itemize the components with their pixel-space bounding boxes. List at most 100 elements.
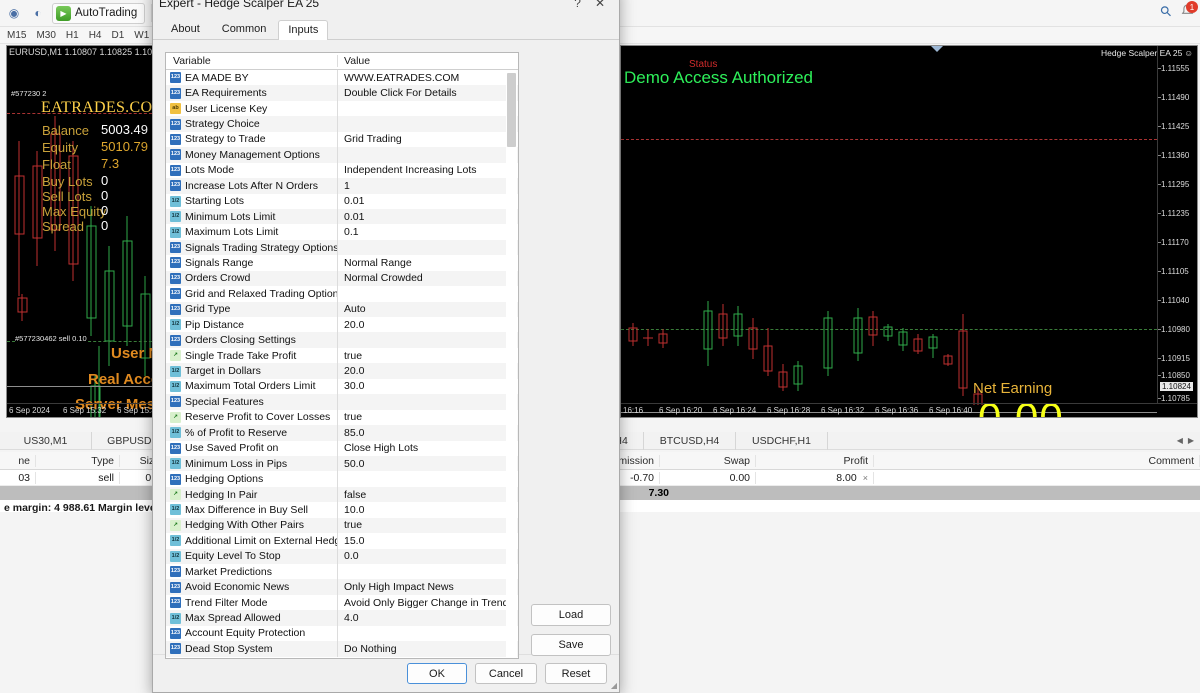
input-row-value-cell[interactable]: true	[338, 350, 518, 362]
input-row[interactable]: 1/2Minimum Lots Limit0.01	[166, 209, 518, 224]
input-row[interactable]: 123Grid and Relaxed Trading Options...	[166, 286, 518, 301]
input-row[interactable]: ↗Reserve Profit to Cover Lossestrue	[166, 410, 518, 425]
input-row[interactable]: 123EA RequirementsDouble Click For Detai…	[166, 85, 518, 100]
tab-common[interactable]: Common	[212, 19, 277, 39]
input-row[interactable]: 123Special Features...	[166, 394, 518, 409]
autotrading-button[interactable]: ▶ AutoTrading	[52, 3, 145, 24]
input-row-value-cell[interactable]: Normal Crowded	[338, 272, 518, 284]
input-row[interactable]: abUser License Key	[166, 101, 518, 116]
input-row[interactable]: 1/2Maximum Lots Limit0.1	[166, 224, 518, 239]
close-icon[interactable]: ✕	[595, 0, 605, 10]
input-row-value-cell[interactable]: true	[338, 519, 518, 531]
reset-button[interactable]: Reset	[545, 663, 607, 684]
input-row[interactable]: 123Trend Filter ModeAvoid Only Bigger Ch…	[166, 595, 518, 610]
col-time[interactable]: ne	[0, 455, 36, 467]
input-row[interactable]: 1/2Max Difference in Buy Sell10.0	[166, 502, 518, 517]
resize-grip-icon[interactable]: ◢	[611, 681, 617, 690]
timeframe-h1[interactable]: H1	[66, 30, 79, 41]
input-row-value-cell[interactable]: Double Click For Details	[338, 87, 518, 99]
input-row-value-cell[interactable]: 0.01	[338, 211, 518, 223]
input-row[interactable]: 1/2Target in Dollars20.0	[166, 363, 518, 378]
grid-col-variable[interactable]: Variable	[166, 55, 338, 67]
input-row-value-cell[interactable]: 30.0	[338, 380, 518, 392]
input-row[interactable]: 1/2Equity Level To Stop0.0	[166, 549, 518, 564]
input-row-value-cell[interactable]: Auto	[338, 303, 518, 315]
input-row[interactable]: 1/2Additional Limit on External Hedging1…	[166, 533, 518, 548]
tab-inputs[interactable]: Inputs	[278, 20, 328, 40]
input-row[interactable]: 123Signals RangeNormal Range	[166, 255, 518, 270]
input-row[interactable]: 123Hedging Options...	[166, 471, 518, 486]
chart-tab-btcusd-h4[interactable]: BTCUSD,H4	[644, 432, 736, 450]
input-row-value-cell[interactable]: 0.1	[338, 226, 518, 238]
input-row[interactable]: ↗Hedging With Other Pairstrue	[166, 518, 518, 533]
ok-button[interactable]: OK	[407, 663, 467, 684]
dialog-title-bar[interactable]: Expert - Hedge Scalper EA 25 ? ✕	[153, 0, 619, 18]
input-row[interactable]: 1/2% of Profit to Reserve85.0	[166, 425, 518, 440]
input-row[interactable]: 123Grid TypeAuto	[166, 302, 518, 317]
col-profit[interactable]: Profit	[756, 455, 874, 467]
input-row[interactable]: 123Money Management Options...	[166, 147, 518, 162]
chart-tab-usdchf-h1[interactable]: USDCHF,H1	[736, 432, 828, 450]
input-row[interactable]: 123Signals Trading Strategy Options...	[166, 240, 518, 255]
input-row-value-cell[interactable]: 4.0	[338, 612, 518, 624]
input-row[interactable]: 123Orders Closing Settings...	[166, 332, 518, 347]
close-position-icon[interactable]: ×	[863, 473, 868, 483]
input-row-value-cell[interactable]: 50.0	[338, 458, 518, 470]
input-row-value-cell[interactable]: 85.0	[338, 427, 518, 439]
input-row-value-cell[interactable]: Grid Trading	[338, 133, 518, 145]
input-row-value-cell[interactable]: 0.01	[338, 195, 518, 207]
timeframe-h4[interactable]: H4	[89, 30, 102, 41]
chart-tabs-scroll-arrows[interactable]: ◀ ▶	[1171, 436, 1200, 445]
grid-col-value[interactable]: Value	[338, 55, 518, 67]
chart-collapse-icon[interactable]	[931, 46, 943, 52]
scrollbar-thumb[interactable]	[507, 73, 516, 147]
input-row-value-cell[interactable]: WWW.EATRADES.COM	[338, 72, 518, 84]
input-row[interactable]: 123Strategy Choice...	[166, 116, 518, 131]
globe-icon[interactable]: ◉	[4, 3, 24, 23]
inputs-grid[interactable]: Variable Value 123EA MADE BYWWW.EATRADES…	[165, 52, 519, 659]
input-row-value-cell[interactable]: 20.0	[338, 319, 518, 331]
col-comment[interactable]: Comment	[874, 455, 1200, 467]
help-icon[interactable]: ?	[574, 0, 581, 10]
input-row[interactable]: 123Account Equity Protection...	[166, 626, 518, 641]
input-row-value-cell[interactable]: Do Nothing	[338, 643, 518, 655]
wifi-icon[interactable]: ◐	[28, 3, 48, 23]
input-row-value-cell[interactable]: Avoid Only Bigger Change in Trend	[338, 597, 518, 609]
input-row-value-cell[interactable]: Only High Impact News	[338, 581, 518, 593]
input-row[interactable]: 1/2Minimum Loss in Pips50.0	[166, 456, 518, 471]
expert-properties-dialog[interactable]: Expert - Hedge Scalper EA 25 ? ✕ About C…	[152, 0, 620, 693]
input-row[interactable]: 123Market Predictions...	[166, 564, 518, 579]
timeframe-d1[interactable]: D1	[112, 30, 125, 41]
input-row[interactable]: ↗Single Trade Take Profittrue	[166, 348, 518, 363]
input-row-value-cell[interactable]: Independent Increasing Lots	[338, 164, 518, 176]
input-row[interactable]: 123Orders CrowdNormal Crowded	[166, 271, 518, 286]
col-swap[interactable]: Swap	[660, 455, 756, 467]
input-row[interactable]: 123Increase Lots After N Orders1	[166, 178, 518, 193]
notifications-icon[interactable]: 1	[1179, 3, 1196, 20]
chevron-left-icon[interactable]: ◀	[1177, 436, 1183, 445]
cancel-button[interactable]: Cancel	[475, 663, 537, 684]
input-row[interactable]: 1/2Max Spread Allowed4.0	[166, 610, 518, 625]
input-row-value-cell[interactable]: true	[338, 411, 518, 423]
timeframe-m15[interactable]: M15	[7, 30, 26, 41]
input-row[interactable]: 123Avoid Economic NewsOnly High Impact N…	[166, 579, 518, 594]
input-row[interactable]: 1/2Maximum Total Orders Limit30.0	[166, 379, 518, 394]
timeframe-m30[interactable]: M30	[36, 30, 55, 41]
input-row-value-cell[interactable]: 10.0	[338, 504, 518, 516]
input-row[interactable]: 123EA MADE BYWWW.EATRADES.COM	[166, 70, 518, 85]
chart-panel-right[interactable]: Hedge Scalper EA 25 ☺ Status Demo Access…	[620, 45, 1198, 418]
input-row[interactable]: ↗Hedging In Pairfalse	[166, 487, 518, 502]
load-button[interactable]: Load	[531, 604, 611, 626]
input-row[interactable]: 123Dead Stop SystemDo Nothing	[166, 641, 518, 656]
input-row[interactable]: 123Strategy to TradeGrid Trading	[166, 132, 518, 147]
search-icon[interactable]: ⚲	[1156, 2, 1175, 21]
col-type[interactable]: Type	[36, 455, 120, 467]
input-row-value-cell[interactable]: Close High Lots	[338, 442, 518, 454]
chevron-right-icon[interactable]: ▶	[1188, 436, 1194, 445]
tab-about[interactable]: About	[161, 19, 210, 39]
input-row[interactable]: 123Lots ModeIndependent Increasing Lots	[166, 163, 518, 178]
input-row[interactable]: 1/2Pip Distance20.0	[166, 317, 518, 332]
input-row-value-cell[interactable]: 0.0	[338, 550, 518, 562]
input-row-value-cell[interactable]: 20.0	[338, 365, 518, 377]
timeframe-w1[interactable]: W1	[134, 30, 149, 41]
